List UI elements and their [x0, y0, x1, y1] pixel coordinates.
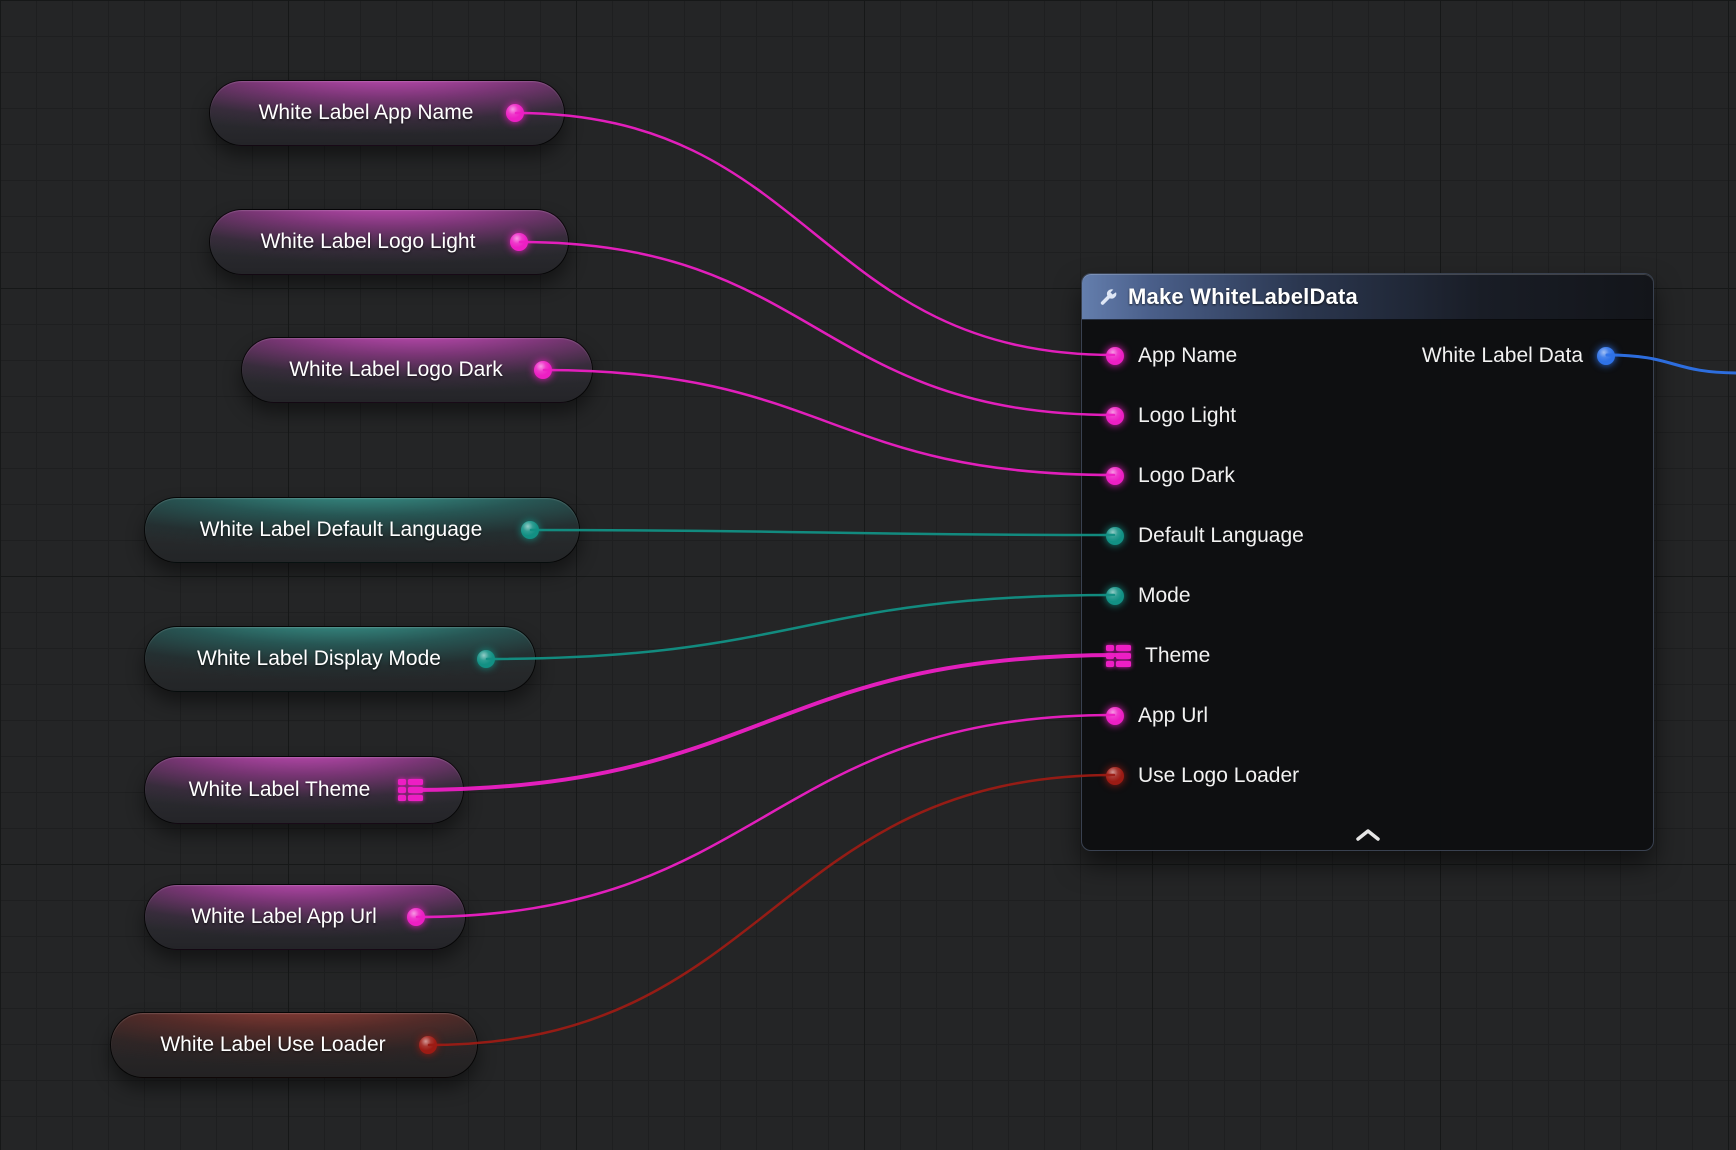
input-pin-label: Default Language — [1138, 524, 1304, 548]
input-row: Logo Light — [1082, 386, 1653, 446]
output-pin[interactable] — [419, 1036, 437, 1054]
output-pin[interactable] — [407, 908, 425, 926]
variable-getter-node-1[interactable]: White Label App Name — [209, 80, 565, 146]
variable-getter-label: White Label Use Loader — [139, 1033, 407, 1057]
variable-getter-node-3[interactable]: White Label Logo Dark — [241, 337, 593, 403]
wire-teal-4[interactable] — [531, 530, 1114, 535]
struct-grid-output-pin[interactable] — [398, 779, 423, 801]
node-title: Make WhiteLabelData — [1128, 284, 1358, 310]
output-pin[interactable] — [521, 521, 539, 539]
input-row: Logo Dark — [1082, 446, 1653, 506]
input-pin[interactable] — [1106, 767, 1124, 785]
make-whitelabeldata-node[interactable]: Make WhiteLabelData App Name Logo Light Log… — [1081, 273, 1654, 851]
variable-getter-node-4[interactable]: White Label Default Language — [144, 497, 580, 563]
struct-grid-input-pin[interactable] — [1106, 645, 1131, 667]
variable-getter-label: White Label Logo Light — [238, 230, 498, 254]
node-body: App Name Logo Light Logo Dark Default Langu… — [1082, 320, 1653, 850]
variable-getter-label: White Label Default Language — [173, 518, 509, 542]
wire-pink-1[interactable] — [516, 113, 1114, 355]
wire-pink-3[interactable] — [544, 370, 1114, 475]
output-pin[interactable] — [506, 104, 524, 122]
blueprint-canvas[interactable]: White Label App Name White Label Logo Lig… — [0, 0, 1736, 1150]
variable-getter-label: White Label Display Mode — [173, 647, 465, 671]
variable-getter-node-6[interactable]: White Label Theme — [144, 756, 464, 824]
input-row: Mode — [1082, 566, 1653, 626]
wire-teal-5[interactable] — [487, 595, 1114, 659]
input-row: Default Language — [1082, 506, 1653, 566]
variable-getter-node-2[interactable]: White Label Logo Light — [209, 209, 569, 275]
variable-getter-node-7[interactable]: White Label App Url — [144, 884, 466, 950]
input-pin-label: Logo Dark — [1138, 464, 1235, 488]
input-pin[interactable] — [1106, 587, 1124, 605]
input-pin[interactable] — [1106, 347, 1124, 365]
input-pin[interactable] — [1106, 707, 1124, 725]
wire-red-8[interactable] — [429, 775, 1114, 1045]
output-row: White Label Data — [1422, 326, 1615, 386]
variable-getter-node-5[interactable]: White Label Display Mode — [144, 626, 536, 692]
wire-pink-7[interactable] — [417, 715, 1114, 917]
variable-getter-label: White Label Theme — [173, 778, 386, 802]
input-pin-label: Mode — [1138, 584, 1191, 608]
input-pin[interactable] — [1106, 527, 1124, 545]
output-pin[interactable] — [1597, 347, 1615, 365]
input-row: Theme — [1082, 626, 1653, 686]
variable-getter-label: White Label App Name — [238, 101, 494, 125]
input-pin-label: Theme — [1145, 644, 1210, 668]
node-header[interactable]: Make WhiteLabelData — [1082, 274, 1653, 320]
input-pin[interactable] — [1106, 407, 1124, 425]
output-pin[interactable] — [477, 650, 495, 668]
input-pin-label: Logo Light — [1138, 404, 1236, 428]
variable-getter-label: White Label App Url — [173, 905, 395, 929]
chevron-up-icon — [1355, 828, 1381, 842]
output-pin[interactable] — [534, 361, 552, 379]
input-row: Use Logo Loader — [1082, 746, 1653, 806]
input-pin-label: App Url — [1138, 704, 1208, 728]
make-struct-icon — [1098, 287, 1118, 307]
input-pin[interactable] — [1106, 467, 1124, 485]
variable-getter-label: White Label Logo Dark — [270, 358, 522, 382]
input-pin-label: App Name — [1138, 344, 1237, 368]
output-pin[interactable] — [510, 233, 528, 251]
output-pin-label: White Label Data — [1422, 344, 1583, 368]
input-pin-label: Use Logo Loader — [1138, 764, 1299, 788]
wire-pink-2[interactable] — [520, 242, 1114, 415]
collapse-node-button[interactable] — [1082, 828, 1653, 842]
variable-getter-node-8[interactable]: White Label Use Loader — [110, 1012, 478, 1078]
input-row: App Url — [1082, 686, 1653, 746]
